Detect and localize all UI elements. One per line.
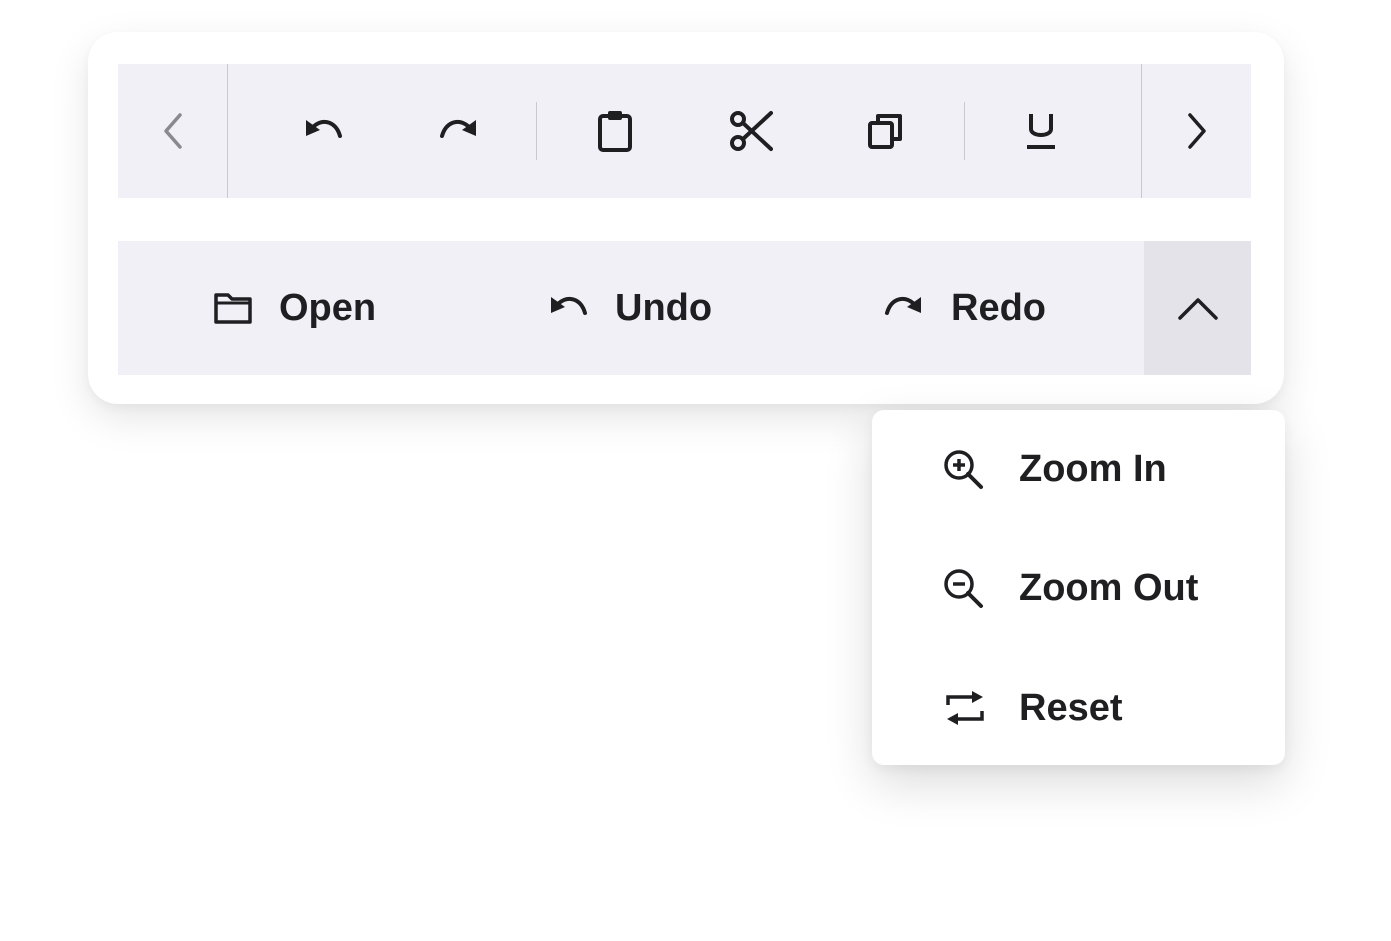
undo-label: Undo	[615, 286, 713, 329]
zoom-in-label: Zoom In	[1019, 447, 1167, 490]
scroll-left-button[interactable]	[118, 64, 228, 198]
redo-icon	[883, 293, 925, 323]
labeled-toolbar: Open Undo Redo	[118, 241, 1251, 375]
chevron-left-icon	[163, 113, 182, 149]
zoom-in-icon	[942, 448, 984, 490]
redo-tool-button[interactable]	[429, 101, 489, 161]
reset-label: Reset	[1019, 686, 1123, 729]
redo-icon	[440, 119, 476, 138]
zoom-in-menu-item[interactable]: Zoom In	[872, 414, 1285, 524]
open-label: Open	[279, 286, 377, 329]
redo-label: Redo	[951, 286, 1046, 329]
overflow-toggle-button[interactable]	[1144, 241, 1251, 375]
scissors-icon	[730, 111, 773, 151]
zoom-out-icon	[942, 567, 984, 609]
underline-icon	[1027, 114, 1055, 149]
paste-tool-button[interactable]	[585, 101, 645, 161]
undo-tool-button[interactable]	[293, 101, 353, 161]
clipboard-icon	[598, 111, 632, 152]
chevron-up-icon	[1177, 298, 1218, 320]
toolbar-separator	[536, 102, 537, 160]
toolbar-separator	[964, 102, 965, 160]
chevron-right-icon	[1187, 113, 1206, 149]
folder-icon	[213, 291, 253, 325]
underline-tool-button[interactable]	[1011, 101, 1071, 161]
overflow-popup-menu: Zoom In Zoom Out Reset	[872, 410, 1285, 765]
scroll-right-button[interactable]	[1141, 64, 1251, 198]
cut-tool-button[interactable]	[721, 101, 781, 161]
zoom-out-menu-item[interactable]: Zoom Out	[872, 533, 1285, 643]
reset-menu-item[interactable]: Reset	[872, 653, 1285, 763]
copy-tool-button[interactable]	[856, 101, 916, 161]
undo-icon	[547, 293, 589, 323]
copy-icon	[868, 114, 902, 149]
reset-icon	[942, 688, 988, 728]
undo-icon	[306, 119, 342, 138]
redo-button[interactable]: Redo	[883, 241, 1046, 375]
undo-button[interactable]: Undo	[547, 241, 712, 375]
scrollable-toolbar	[118, 64, 1251, 198]
zoom-out-label: Zoom Out	[1019, 566, 1199, 609]
open-button[interactable]: Open	[213, 241, 376, 375]
